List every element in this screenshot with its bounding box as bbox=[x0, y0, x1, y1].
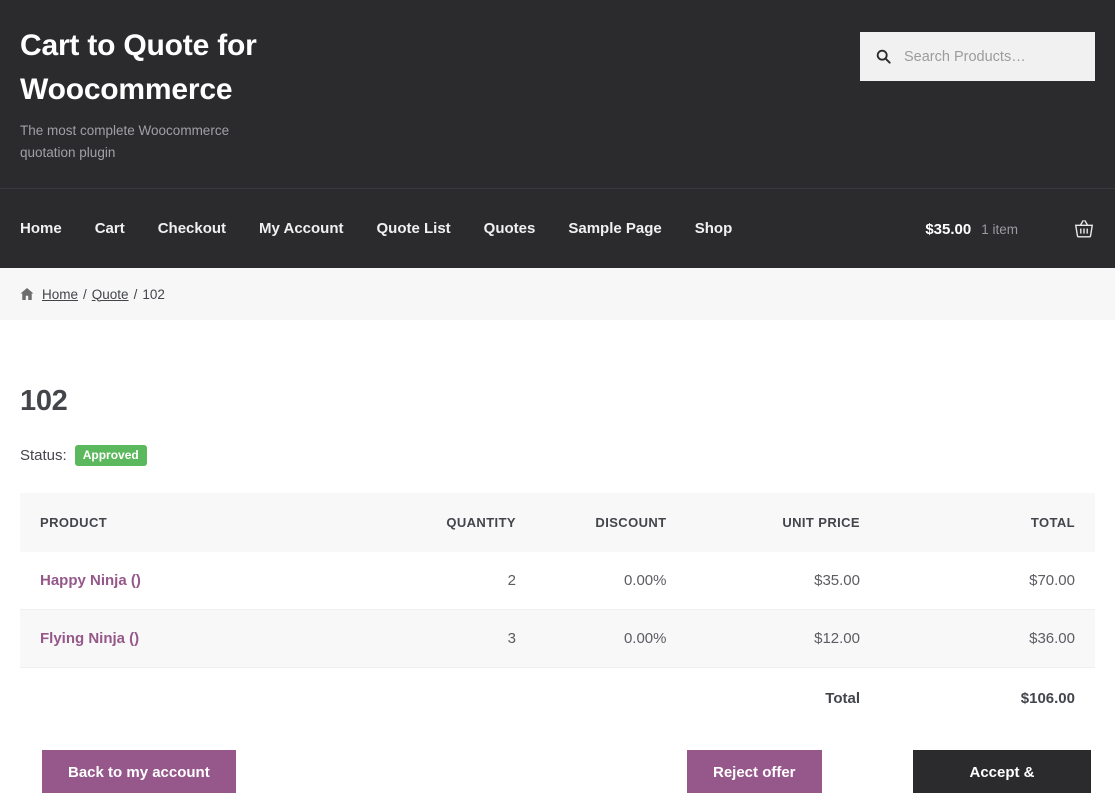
cell-total: $36.00 bbox=[880, 609, 1095, 668]
table-body: Happy Ninja () 2 0.00% $35.00 $70.00 Fly… bbox=[20, 552, 1095, 668]
spacer-cell-2 bbox=[386, 668, 537, 730]
spacer-cell-1 bbox=[20, 668, 386, 730]
cell-discount: 0.00% bbox=[536, 609, 687, 668]
search-input[interactable] bbox=[904, 48, 1081, 65]
nav-item-quote-list[interactable]: Quote List bbox=[377, 220, 451, 237]
nav-item-my-account[interactable]: My Account bbox=[259, 220, 343, 237]
cart-item-count: 1 item bbox=[981, 221, 1018, 237]
quote-items-table: PRODUCT QUANTITY DISCOUNT UNIT PRICE TOT… bbox=[20, 493, 1095, 729]
spacer-cell-3 bbox=[536, 668, 687, 730]
product-link[interactable]: Happy Ninja () bbox=[40, 572, 141, 589]
table-row: Happy Ninja () 2 0.00% $35.00 $70.00 bbox=[20, 552, 1095, 610]
total-label: Total bbox=[825, 690, 860, 707]
site-description: The most complete Woocommerce quotation … bbox=[20, 123, 230, 161]
column-header-total: TOTAL bbox=[880, 493, 1095, 552]
table-total-row: Total $106.00 bbox=[20, 668, 1095, 730]
accept-and-checkout-button[interactable]: Accept & Checkout bbox=[913, 750, 1091, 793]
table-row: Flying Ninja () 3 0.00% $12.00 $36.00 bbox=[20, 609, 1095, 668]
search-icon bbox=[874, 48, 892, 66]
site-masthead: Cart to Quote for Woocommerce The most c… bbox=[0, 0, 1115, 188]
cart-contents[interactable]: $35.00 1 item bbox=[925, 189, 1095, 269]
action-buttons: Back to my account Reject offer Accept &… bbox=[20, 750, 1095, 793]
cell-unit-price: $35.00 bbox=[686, 552, 880, 610]
table-header-row: PRODUCT QUANTITY DISCOUNT UNIT PRICE TOT… bbox=[20, 493, 1095, 552]
home-icon[interactable] bbox=[20, 287, 34, 301]
status-badge: Approved bbox=[74, 445, 147, 466]
page-title: 102 bbox=[20, 385, 68, 417]
breadcrumb: Home / Quote / 102 bbox=[0, 268, 1115, 320]
breadcrumb-current: 102 bbox=[142, 286, 165, 302]
site-branding: Cart to Quote for Woocommerce The most c… bbox=[20, 0, 580, 165]
table-head: PRODUCT QUANTITY DISCOUNT UNIT PRICE TOT… bbox=[20, 493, 1095, 552]
table-foot: Total $106.00 bbox=[20, 668, 1095, 730]
cell-product: Flying Ninja () bbox=[20, 609, 386, 668]
nav-item-shop[interactable]: Shop bbox=[695, 220, 733, 237]
cart-amount: $35.00 bbox=[925, 220, 972, 238]
page-root: Cart to Quote for Woocommerce The most c… bbox=[0, 0, 1115, 793]
cell-quantity: 2 bbox=[385, 552, 536, 610]
column-header-quantity: QUANTITY bbox=[385, 493, 536, 552]
cell-total: $70.00 bbox=[880, 552, 1095, 610]
reject-offer-button[interactable]: Reject offer bbox=[687, 750, 822, 793]
cell-unit-price: $12.00 bbox=[686, 609, 880, 668]
column-header-unit-price: UNIT PRICE bbox=[686, 493, 880, 552]
search-box[interactable] bbox=[860, 32, 1095, 81]
column-header-product: PRODUCT bbox=[20, 493, 386, 552]
main-navigation: Home Cart Checkout My Account Quote List… bbox=[0, 188, 1115, 268]
nav-item-quotes[interactable]: Quotes bbox=[484, 220, 536, 237]
cell-product: Happy Ninja () bbox=[20, 552, 386, 610]
site-title[interactable]: Cart to Quote for Woocommerce bbox=[20, 24, 320, 111]
cell-quantity: 3 bbox=[385, 609, 536, 668]
main-content: 102 Status: Approved PRODUCT QUANTITY DI… bbox=[0, 320, 1115, 793]
back-to-my-account-button[interactable]: Back to my account bbox=[42, 750, 236, 793]
nav-item-sample-page[interactable]: Sample Page bbox=[568, 220, 661, 237]
column-header-discount: DISCOUNT bbox=[536, 493, 687, 552]
breadcrumb-separator-1: / bbox=[83, 286, 87, 302]
nav-item-cart[interactable]: Cart bbox=[95, 220, 125, 237]
product-link[interactable]: Flying Ninja () bbox=[40, 630, 139, 647]
nav-item-checkout[interactable]: Checkout bbox=[158, 220, 226, 237]
breadcrumb-separator-2: / bbox=[133, 286, 138, 302]
total-value: $106.00 bbox=[1020, 690, 1075, 707]
nav-list: Home Cart Checkout My Account Quote List… bbox=[20, 220, 765, 237]
nav-item-home[interactable]: Home bbox=[20, 220, 62, 237]
status-line: Status: Approved bbox=[20, 445, 1095, 466]
breadcrumb-link-quote[interactable]: Quote bbox=[92, 287, 129, 302]
cell-discount: 0.00% bbox=[536, 552, 687, 610]
breadcrumb-link-home[interactable]: Home bbox=[42, 287, 78, 302]
shopping-basket-icon[interactable] bbox=[1073, 218, 1095, 240]
status-label: Status: bbox=[20, 447, 67, 464]
